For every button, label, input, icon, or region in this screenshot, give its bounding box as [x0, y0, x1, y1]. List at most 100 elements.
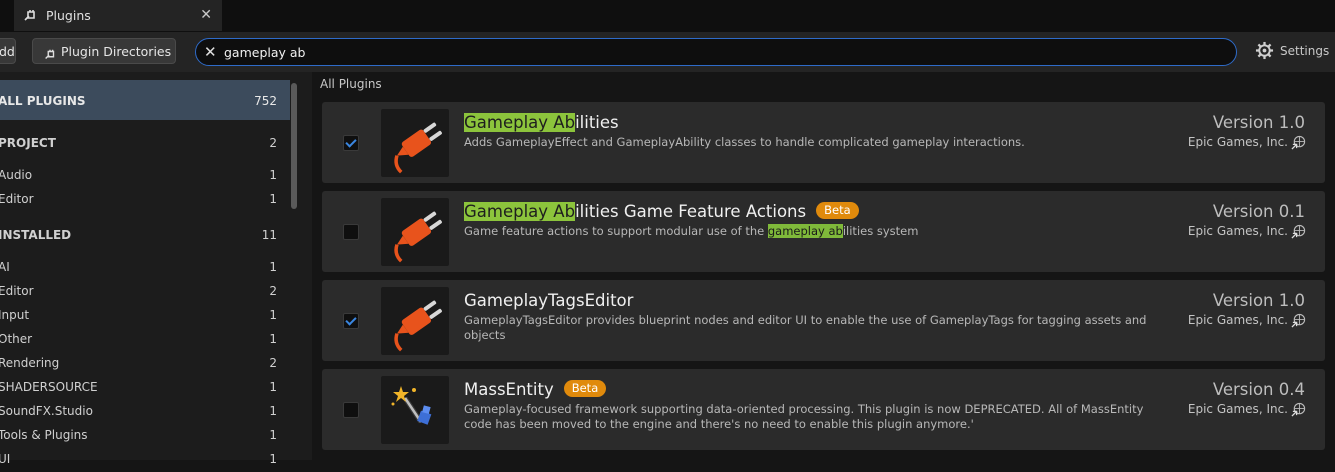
plugin-name[interactable]: Gameplay Abilities: [464, 113, 619, 132]
plugin-thumbnail: [381, 287, 449, 355]
sidebar-item-label: SoundFX.Studio: [0, 404, 93, 418]
plugin-directories-label: Plugin Directories: [61, 44, 172, 59]
web-link-icon[interactable]: [1291, 135, 1306, 153]
sidebar-item-label: Editor: [0, 192, 34, 206]
beta-badge: Beta: [563, 380, 607, 397]
sidebar-item-label: Audio: [0, 168, 33, 182]
plugin-directories-button[interactable]: Plugin Directories: [32, 38, 176, 64]
plugin-name-rest: ilities Game Feature Actions: [575, 202, 807, 221]
sidebar-item-installed[interactable]: INSTALLED 11: [0, 224, 290, 248]
add-button[interactable]: dd: [0, 38, 16, 64]
clear-search-icon[interactable]: ✕: [204, 43, 217, 61]
web-link-icon[interactable]: [1291, 402, 1306, 420]
sidebar-item-label: Tools & Plugins: [0, 428, 88, 442]
plugin-card: Gameplay Abilities Game Feature Actions B…: [322, 191, 1325, 272]
plugin-name[interactable]: MassEntity Beta: [464, 380, 607, 399]
sidebar-scrollbar[interactable]: [291, 83, 297, 209]
sidebar-item-all-plugins[interactable]: ALL PLUGINS 752: [0, 80, 290, 120]
plugin-author: Epic Games, Inc.: [1187, 402, 1288, 416]
search-highlight: Gameplay Ab: [464, 113, 576, 132]
web-link-icon[interactable]: [1291, 313, 1306, 331]
sidebar-item-ai[interactable]: AI 1: [0, 256, 290, 280]
magic-wand-icon: [391, 386, 432, 425]
plug-icon: [394, 300, 442, 352]
sidebar-item-label: PROJECT: [0, 136, 56, 150]
sidebar-item-soundfx-studio[interactable]: SoundFX.Studio 1: [0, 400, 290, 424]
plug-icon: [43, 45, 57, 71]
web-link-icon[interactable]: [1291, 224, 1306, 242]
plugin-card: Gameplay Abilities Adds GameplayEffect a…: [322, 102, 1325, 183]
search-box: ✕: [195, 38, 1237, 66]
settings-label: Settings: [1280, 44, 1330, 58]
sidebar-item-label: Input: [0, 308, 30, 322]
plug-icon: [394, 122, 442, 174]
plugin-thumbnail: [381, 198, 449, 266]
plugin-card: MassEntity Beta Gameplay-focused framewor…: [322, 369, 1325, 450]
sidebar-item-label: ALL PLUGINS: [0, 94, 86, 108]
sidebar-item-label: SHADERSOURCE: [0, 380, 98, 394]
plugin-description-text: Game feature actions to support modular …: [464, 224, 768, 238]
beta-badge: Beta: [816, 202, 859, 219]
add-button-label: dd: [0, 44, 15, 59]
plug-icon: [394, 211, 442, 263]
sidebar-item-editor[interactable]: Editor 2: [0, 280, 290, 304]
sidebar-item-count: 1: [269, 308, 277, 322]
sidebar-item-label: Other: [0, 332, 33, 346]
plugin-version: Version 1.0: [1212, 291, 1305, 310]
sidebar-item-count: 1: [269, 452, 277, 466]
enable-checkbox[interactable]: [343, 313, 359, 329]
plugin-name[interactable]: GameplayTagsEditor: [464, 291, 633, 310]
sidebar-item-count: 2: [269, 284, 277, 298]
sidebar-item-label: UI: [0, 452, 11, 466]
plugin-name-rest: ilities: [575, 113, 619, 132]
plugin-card: GameplayTagsEditor GameplayTagsEditor pr…: [322, 280, 1325, 361]
sidebar-item-editor[interactable]: Editor 1: [0, 188, 290, 212]
plugin-thumbnail: [381, 109, 449, 177]
sidebar-item-ui[interactable]: UI 1: [0, 448, 290, 472]
plugin-name-text: MassEntity: [464, 380, 554, 399]
sidebar-item-count: 1: [269, 380, 277, 394]
plugin-author: Epic Games, Inc.: [1187, 135, 1288, 149]
sidebar-item-count: 11: [261, 228, 277, 242]
sidebar-item-input[interactable]: Input 1: [0, 304, 290, 328]
sidebar-item-count: 752: [254, 94, 277, 108]
search-input[interactable]: [222, 41, 1216, 63]
close-icon[interactable]: ✕: [200, 7, 212, 23]
plugin-description: Game feature actions to support modular …: [464, 224, 1154, 239]
plugin-version: Version 0.1: [1212, 202, 1305, 221]
sidebar-item-shadersource[interactable]: SHADERSOURCE 1: [0, 376, 290, 400]
sidebar-item-count: 2: [269, 136, 277, 150]
plugin-name[interactable]: Gameplay Abilities Game Feature Actions B…: [464, 202, 859, 221]
sidebar-item-label: Editor: [0, 284, 34, 298]
sidebar-item-tools-plugins[interactable]: Tools & Plugins 1: [0, 424, 290, 448]
plugin-thumbnail: [381, 376, 449, 444]
enable-checkbox[interactable]: [343, 135, 359, 151]
sidebar-item-count: 1: [269, 404, 277, 418]
sidebar-item-label: AI: [0, 260, 10, 274]
search-highlight: Gameplay Ab: [464, 202, 576, 221]
sidebar-item-count: 2: [269, 356, 277, 370]
plugin-version: Version 1.0: [1212, 113, 1305, 132]
tab-title: Plugins: [46, 8, 91, 23]
sidebar-item-label: Rendering: [0, 356, 60, 370]
enable-checkbox[interactable]: [343, 402, 359, 418]
enable-checkbox[interactable]: [343, 224, 359, 240]
sidebar-item-project[interactable]: PROJECT 2: [0, 132, 290, 156]
plug-icon: [22, 8, 38, 27]
plugin-description: Adds GameplayEffect and GameplayAbility …: [464, 135, 1025, 149]
sidebar-item-count: 1: [269, 192, 277, 206]
gear-icon: [1255, 41, 1274, 63]
search-highlight: gameplay ab: [767, 224, 843, 238]
sidebar-item-label: INSTALLED: [0, 228, 72, 242]
sidebar-item-audio[interactable]: Audio 1: [0, 164, 290, 188]
plugin-version: Version 0.4: [1212, 380, 1305, 399]
sidebar-item-other[interactable]: Other 1: [0, 328, 290, 352]
plugin-author: Epic Games, Inc.: [1187, 313, 1288, 327]
plugin-description-text: ilities system: [842, 224, 919, 238]
tab-plugins[interactable]: Plugins ✕: [14, 0, 222, 31]
sidebar-item-rendering[interactable]: Rendering 2: [0, 352, 290, 376]
sidebar-item-count: 1: [269, 428, 277, 442]
breadcrumb: All Plugins: [320, 77, 382, 91]
sidebar-item-count: 1: [269, 332, 277, 346]
sidebar-item-count: 1: [269, 168, 277, 182]
